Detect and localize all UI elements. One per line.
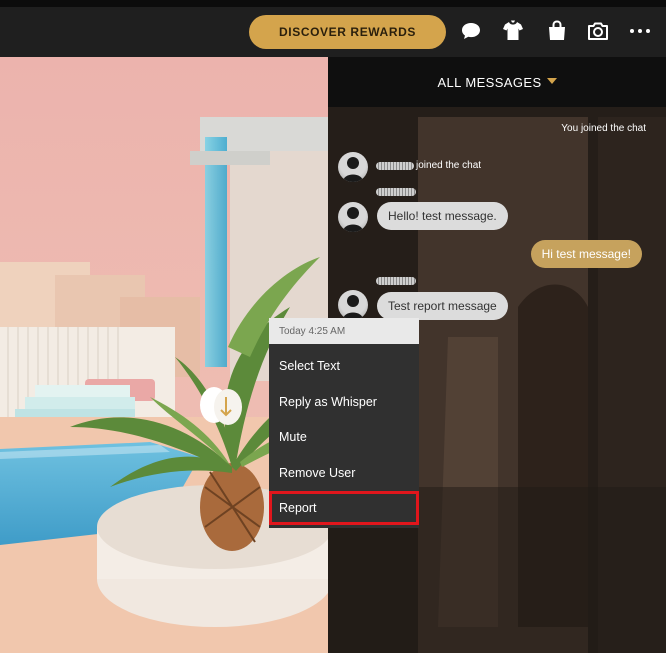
menu-item-mute[interactable]: Mute xyxy=(269,420,419,454)
avatar[interactable] xyxy=(338,202,368,232)
message-context-menu: Today 4:25 AM Select Text Reply as Whisp… xyxy=(269,318,419,528)
chevron-down-icon[interactable] xyxy=(546,77,557,84)
more-icon[interactable] xyxy=(628,19,652,43)
menu-item-reply-as-whisper[interactable]: Reply as Whisper xyxy=(269,385,419,419)
avatar[interactable] xyxy=(338,152,368,182)
username-redacted[interactable] xyxy=(376,188,416,196)
own-message-bubble[interactable]: Hi test message! xyxy=(530,240,642,268)
chat-bubble-icon[interactable] xyxy=(459,19,483,43)
top-bar: DISCOVER REWARDS xyxy=(0,7,666,57)
menu-item-remove-user[interactable]: Remove User xyxy=(269,456,419,490)
window-top-strip xyxy=(0,0,666,7)
username-redacted[interactable] xyxy=(376,162,414,170)
message-bubble[interactable]: Test report message xyxy=(377,292,508,320)
message-bubble[interactable]: Hello! test message. xyxy=(377,202,508,230)
username-redacted[interactable] xyxy=(376,277,416,285)
shirt-icon[interactable] xyxy=(501,19,525,43)
menu-item-select-text[interactable]: Select Text xyxy=(269,349,419,383)
menu-item-report[interactable]: Report xyxy=(269,491,419,525)
system-message: You joined the chat xyxy=(561,123,646,134)
all-messages-title[interactable]: ALL MESSAGES xyxy=(437,75,541,90)
camera-icon[interactable] xyxy=(586,19,610,43)
joined-message: joined the chat xyxy=(416,160,482,171)
shopping-bag-icon[interactable] xyxy=(545,19,569,43)
chat-header[interactable]: ALL MESSAGES xyxy=(328,57,666,107)
discover-rewards-button[interactable]: DISCOVER REWARDS xyxy=(249,15,446,49)
avatar[interactable] xyxy=(338,290,368,320)
message-timestamp: Today 4:25 AM xyxy=(269,318,419,344)
